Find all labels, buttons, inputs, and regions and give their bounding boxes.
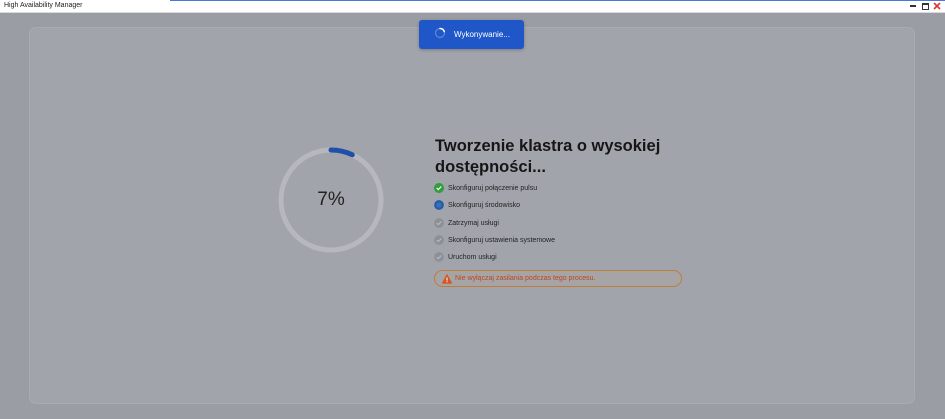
maximize-button[interactable] xyxy=(920,1,930,11)
window-titlebar: High Availability Manager xyxy=(0,0,945,13)
check-circle-icon xyxy=(434,235,444,245)
close-button[interactable] xyxy=(932,1,942,11)
minimize-icon xyxy=(910,5,916,7)
in-progress-icon xyxy=(434,200,444,210)
warning-banner: Nie wyłączaj zasilania podczas tego proc… xyxy=(434,270,682,287)
page-title: Tworzenie klastra o wysokiej dostępności… xyxy=(435,137,661,176)
spinner-icon xyxy=(434,27,446,39)
window-title: High Availability Manager xyxy=(4,2,83,9)
step-label: Skonfiguruj ustawienia systemowe xyxy=(448,237,555,244)
warning-triangle-icon xyxy=(442,274,452,284)
executing-toast: Wykonywanie... xyxy=(419,20,524,49)
close-icon xyxy=(933,2,941,10)
check-circle-icon xyxy=(434,252,444,262)
step-label: Skonfiguruj środowisko xyxy=(448,202,520,209)
check-circle-icon xyxy=(434,218,444,228)
warning-text: Nie wyłączaj zasilania podczas tego proc… xyxy=(455,275,596,282)
step-label: Uruchom usługi xyxy=(448,254,497,261)
titlebar-progress-line xyxy=(170,0,945,1)
main-panel xyxy=(29,27,915,404)
maximize-icon xyxy=(921,2,929,10)
toast-label: Wykonywanie... xyxy=(454,30,510,39)
progress-percent: 7% xyxy=(317,189,345,210)
step-label: Skonfiguruj połączenie pulsu xyxy=(448,185,538,192)
check-circle-icon xyxy=(434,183,444,193)
step-label: Zatrzymaj usługi xyxy=(448,220,499,227)
minimize-button[interactable] xyxy=(908,1,918,11)
